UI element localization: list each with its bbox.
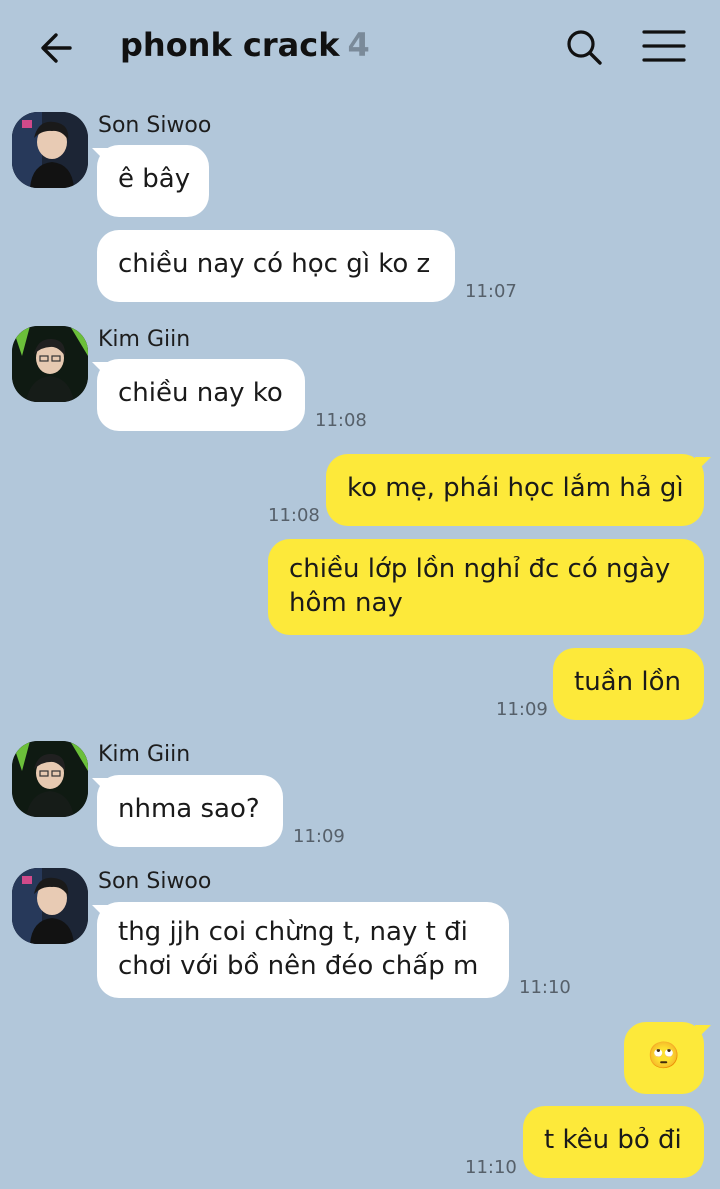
chat-name: phonk crack xyxy=(120,26,340,64)
message-time: 11:10 xyxy=(519,977,571,998)
avatar-kim-giin[interactable] xyxy=(12,326,88,402)
message-text: thg jjh coi chừng t, nay t đi chơi với b… xyxy=(118,917,479,981)
sender-name: Kim Giin xyxy=(98,327,191,352)
sender-name: Kim Giin xyxy=(98,742,191,767)
menu-icon[interactable] xyxy=(642,28,686,64)
message-bubble-outgoing[interactable]: chiều lớp lồn nghỉ đc có ngày hôm nay xyxy=(268,539,704,635)
message-bubble-outgoing[interactable]: t kêu bỏ đi xyxy=(523,1106,704,1178)
search-icon[interactable] xyxy=(564,27,604,67)
message-bubble-incoming[interactable]: chiều nay có học gì ko z xyxy=(97,230,455,302)
message-text: chiều nay ko xyxy=(118,378,283,408)
message-time: 11:10 xyxy=(465,1157,517,1178)
message-bubble-incoming[interactable]: ê bây xyxy=(97,145,209,217)
message-text: tuần lồn xyxy=(574,667,681,697)
message-bubble-outgoing[interactable]: tuần lồn xyxy=(553,648,704,720)
sender-name: Son Siwoo xyxy=(98,113,212,138)
message-bubble-incoming[interactable]: chiều nay ko xyxy=(97,359,305,431)
back-arrow-icon[interactable] xyxy=(40,30,76,66)
message-text: ko mẹ, phái học lắm hả gì xyxy=(347,473,684,503)
message-time: 11:09 xyxy=(293,826,345,847)
message-time: 11:08 xyxy=(315,410,367,431)
message-text: chiều lớp lồn nghỉ đc có ngày hôm nay xyxy=(289,554,671,618)
message-text: chiều nay có học gì ko z xyxy=(118,249,431,279)
avatar-kim-giin[interactable] xyxy=(12,741,88,817)
message-bubble-outgoing[interactable]: 🙄 xyxy=(624,1022,704,1094)
message-bubble-outgoing[interactable]: ko mẹ, phái học lắm hả gì xyxy=(326,454,704,526)
avatar-son-siwoo[interactable] xyxy=(12,112,88,188)
message-text: nhma sao? xyxy=(118,794,260,824)
message-time: 11:08 xyxy=(268,505,320,526)
avatar-son-siwoo[interactable] xyxy=(12,868,88,944)
emoji-eye-roll-icon: 🙄 xyxy=(647,1041,681,1071)
message-bubble-incoming[interactable]: nhma sao? xyxy=(97,775,283,847)
message-time: 11:09 xyxy=(496,699,548,720)
chat-title: phonk crack 4 xyxy=(120,26,370,64)
message-text: t kêu bỏ đi xyxy=(544,1125,682,1155)
member-count: 4 xyxy=(347,26,370,64)
message-time: 11:07 xyxy=(465,281,517,302)
sender-name: Son Siwoo xyxy=(98,869,212,894)
message-bubble-incoming[interactable]: thg jjh coi chừng t, nay t đi chơi với b… xyxy=(97,902,509,998)
message-text: ê bây xyxy=(118,164,191,194)
